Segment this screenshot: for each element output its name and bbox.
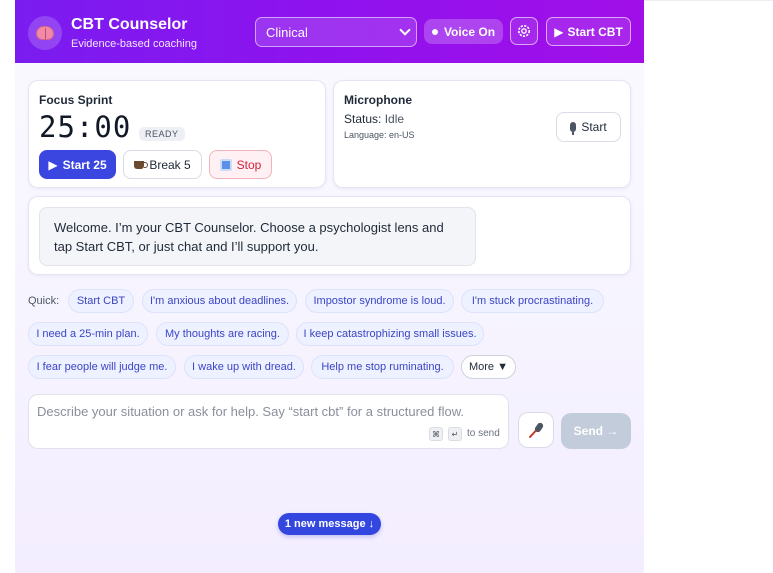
mic-status-value: Idle: [384, 112, 405, 126]
brain-icon: [28, 16, 62, 50]
quick-chip-25-min-plan[interactable]: I need a 25-min plan.: [28, 322, 148, 346]
message-input-placeholder: Describe your situation or ask for help.…: [37, 404, 465, 419]
new-message-indicator[interactable]: 1 new message ↓: [278, 513, 381, 535]
chevron-down-icon: [399, 24, 411, 36]
play-icon: ▶: [48, 157, 58, 172]
mic-language: Language: en-US: [344, 130, 415, 140]
send-hint: to send: [467, 428, 500, 439]
voice-status-dot-icon: [431, 28, 438, 35]
microphone-title: Microphone: [344, 93, 412, 107]
quick-chip-ruminating[interactable]: Help me stop ruminating.: [311, 355, 454, 379]
stop-button[interactable]: Stop: [209, 150, 272, 179]
more-quick-prompts-button[interactable]: More ▼: [461, 355, 516, 379]
quick-chip-judge[interactable]: I fear people will judge me.: [28, 355, 176, 379]
app-subtitle: Evidence-based coaching: [71, 38, 197, 50]
quick-chip-start-cbt[interactable]: Start CBT: [68, 289, 134, 313]
lens-select-value: Clinical: [266, 25, 308, 40]
lens-select[interactable]: Clinical: [255, 17, 417, 47]
mic-start-label: Start: [581, 120, 607, 134]
quick-chip-impostor[interactable]: Impostor syndrome is loud.: [305, 289, 454, 313]
timer-status-badge: READY: [139, 127, 185, 141]
quick-label: Quick:: [28, 295, 60, 307]
quick-chip-racing-thoughts[interactable]: My thoughts are racing.: [156, 322, 289, 346]
start-25-button[interactable]: ▶ Start 25: [39, 150, 116, 179]
quick-chip-catastrophizing[interactable]: I keep catastrophizing small issues.: [296, 322, 484, 346]
mic-status: Status: Idle: [344, 112, 404, 126]
start-cbt-button[interactable]: ▶ Start CBT: [546, 17, 631, 46]
app-container: CBT Counselor Evidence-based coaching Cl…: [15, 0, 644, 573]
voice-toggle-button[interactable]: Voice On: [424, 19, 503, 44]
assistant-message: Welcome. I’m your CBT Counselor. Choose …: [39, 207, 476, 266]
enter-key-icon: ↵: [448, 427, 462, 441]
chat-panel: Welcome. I’m your CBT Counselor. Choose …: [28, 196, 631, 275]
voice-input-button[interactable]: [518, 412, 554, 448]
break-5-button[interactable]: Break 5: [123, 150, 202, 179]
voice-toggle-label: Voice On: [443, 24, 496, 39]
start-25-label: Start 25: [62, 157, 107, 172]
coffee-icon: [134, 160, 149, 169]
send-button[interactable]: Send →: [561, 413, 631, 449]
break-5-label: Break 5: [149, 157, 191, 172]
mic-start-button[interactable]: Start: [556, 112, 621, 142]
quick-chip-deadlines[interactable]: I'm anxious about deadlines.: [142, 289, 297, 313]
play-icon: ▶: [554, 24, 564, 39]
stop-icon: [219, 158, 232, 171]
mic-status-label: Status:: [344, 112, 382, 126]
app-title: CBT Counselor: [71, 16, 188, 33]
focus-timer: 25:00: [39, 110, 132, 144]
quick-chip-procrastinating[interactable]: I'm stuck procrastinating.: [461, 289, 604, 313]
microphone-card: Microphone Status: Idle Language: en-US …: [333, 80, 631, 188]
message-input[interactable]: Describe your situation or ask for help.…: [28, 394, 509, 449]
focus-sprint-card: Focus Sprint 25:00 READY ▶ Start 25 Brea…: [28, 80, 326, 188]
gear-icon: [518, 25, 530, 37]
microphone-icon: [529, 422, 544, 438]
stop-label: Stop: [236, 157, 262, 172]
quick-chip-dread[interactable]: I wake up with dread.: [184, 355, 304, 379]
focus-sprint-title: Focus Sprint: [39, 93, 113, 107]
command-key-icon: ⌘: [429, 427, 443, 441]
settings-button[interactable]: [510, 17, 538, 45]
empty-browser-area: [644, 0, 773, 573]
start-cbt-label: Start CBT: [567, 24, 623, 39]
microphone-icon: [570, 122, 577, 135]
app-header: CBT Counselor Evidence-based coaching Cl…: [15, 0, 644, 63]
